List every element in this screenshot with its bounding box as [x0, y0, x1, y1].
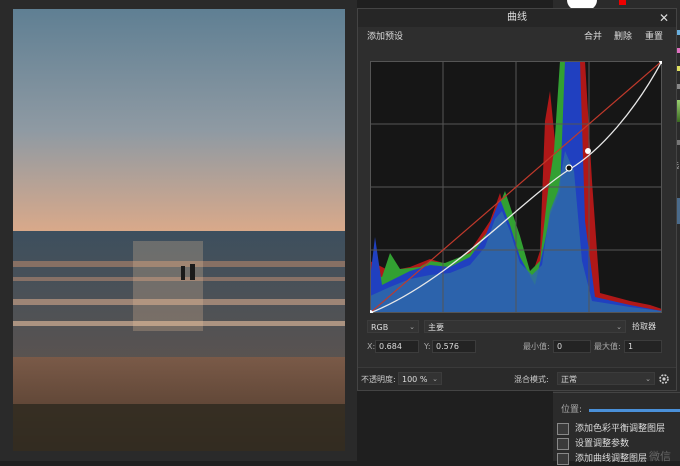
- max-label: 最大值:: [594, 342, 621, 351]
- min-input[interactable]: 0: [553, 340, 591, 353]
- curve-graph[interactable]: [370, 61, 662, 313]
- step-item-3[interactable]: 添加曲线调整图层: [557, 452, 647, 466]
- dialog-title: 曲线: [507, 12, 527, 23]
- checkbox-icon[interactable]: [557, 437, 569, 450]
- y-label: Y:: [424, 342, 431, 351]
- dropdown-arrow-icon: ⌄: [645, 375, 651, 383]
- reset-button[interactable]: 重置: [645, 27, 663, 47]
- picker-button[interactable]: 拾取器: [632, 320, 656, 333]
- curve-point-1[interactable]: [565, 164, 573, 172]
- step-item-2[interactable]: 设置调整参数: [557, 437, 629, 451]
- curves-dialog: 曲线 ✕ 添加预设 合并 删除 重置 RGB ⌄ 主要 ⌄ 拾取器 X: 0.6…: [357, 8, 677, 391]
- close-icon[interactable]: ✕: [659, 9, 669, 27]
- curve-point-2[interactable]: [585, 148, 591, 154]
- y-input[interactable]: 0.576: [432, 340, 476, 353]
- x-input[interactable]: 0.684: [375, 340, 419, 353]
- step-item-1[interactable]: 添加色彩平衡调整图层: [557, 422, 665, 436]
- checkbox-icon[interactable]: [557, 422, 569, 435]
- watermark: 微信: [649, 450, 671, 463]
- max-input[interactable]: 1: [624, 340, 662, 353]
- blend-mode-select[interactable]: 正常 ⌄: [557, 372, 655, 385]
- document-canvas[interactable]: [0, 0, 357, 461]
- position-label: 位置:: [561, 405, 583, 415]
- delete-button[interactable]: 删除: [614, 27, 632, 47]
- opacity-select[interactable]: 100 % ⌄: [398, 372, 442, 385]
- dialog-toolbar: 添加预设 合并 删除 重置: [358, 27, 676, 47]
- add-preset-button[interactable]: 添加预设: [367, 27, 403, 47]
- merge-button[interactable]: 合并: [584, 27, 602, 47]
- red-indicator: [619, 0, 626, 5]
- x-label: X:: [367, 342, 376, 351]
- photo-image: [13, 9, 345, 451]
- mode-select[interactable]: 主要 ⌄: [424, 320, 626, 333]
- dialog-titlebar: 曲线 ✕: [358, 9, 676, 27]
- dropdown-arrow-icon: ⌄: [432, 375, 438, 383]
- position-slider[interactable]: [589, 409, 680, 412]
- opacity-label: 不透明度:: [361, 375, 396, 384]
- channel-select[interactable]: RGB ⌄: [367, 320, 419, 333]
- dropdown-arrow-icon: ⌄: [409, 323, 415, 331]
- divider: [553, 392, 680, 393]
- dropdown-arrow-icon: ⌄: [616, 323, 622, 331]
- min-label: 最小值:: [523, 342, 550, 351]
- checkbox-icon[interactable]: [557, 452, 569, 465]
- blend-mode-label: 混合模式:: [514, 375, 549, 384]
- dialog-bottom-bar: 不透明度: 100 % ⌄ 混合模式: 正常 ⌄: [358, 367, 676, 390]
- gear-icon[interactable]: [658, 373, 670, 385]
